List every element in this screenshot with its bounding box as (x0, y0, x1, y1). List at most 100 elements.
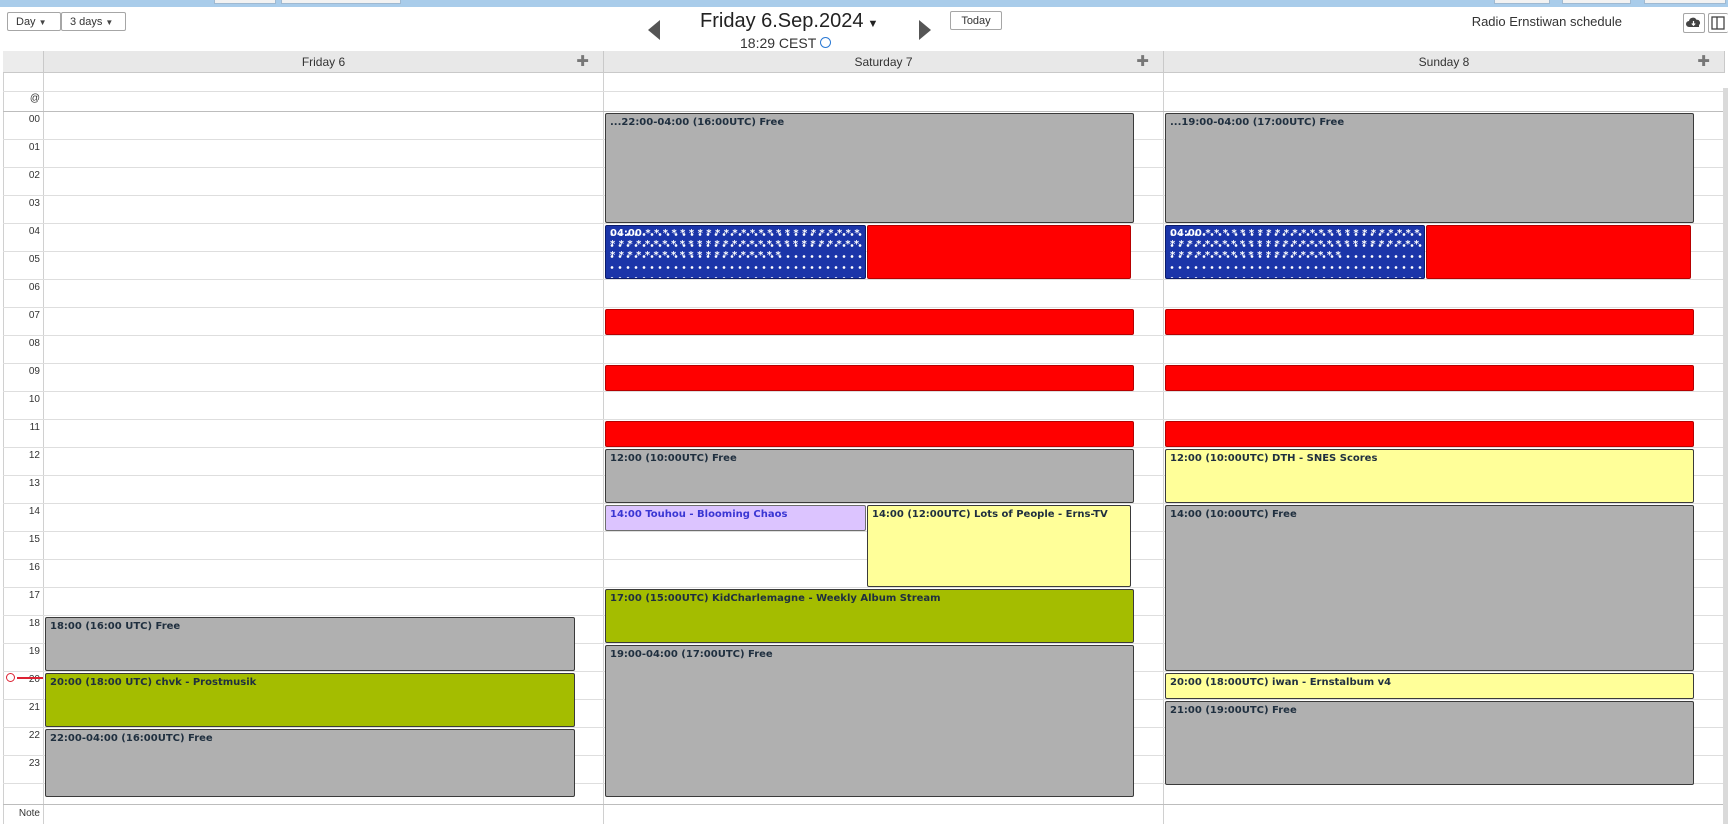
tab-stub[interactable] (1644, 0, 1726, 4)
panel-icon (1711, 16, 1725, 30)
grid-hline (3, 279, 1725, 280)
event-sun-red-1100[interactable] (1165, 421, 1694, 447)
event-sun-red-0400[interactable] (1426, 225, 1691, 279)
event-sun-red-0700[interactable] (1165, 309, 1694, 335)
event-title: 20:00 (18:00UTC) iwan - Ernstalbum v4 (1170, 677, 1392, 688)
hour-label: 08 (28, 338, 40, 349)
grid-vline (1163, 73, 1164, 824)
event-sun-red-0900[interactable] (1165, 365, 1694, 391)
event-title: 17:00 (15:00UTC) KidCharlemagne - Weekly… (610, 593, 941, 604)
grid-hline (3, 111, 1725, 112)
event-sat-free-1200[interactable]: 12:00 (10:00UTC) Free (605, 449, 1134, 503)
today-button[interactable]: Today (950, 11, 1002, 30)
add-event-icon[interactable]: ✚ (576, 51, 589, 73)
event-title: 14:00 (10:00UTC) Free (1170, 509, 1297, 520)
caret-down-icon: ▼ (38, 18, 47, 27)
event-sat-kidcharlemagne[interactable]: 17:00 (15:00UTC) KidCharlemagne - Weekly… (605, 589, 1134, 643)
hour-label: 05 (28, 254, 40, 265)
date-title-text: Friday 6.Sep.2024 (700, 10, 864, 32)
event-title: 14:00 Touhou - Blooming Chaos (610, 509, 788, 520)
current-time-text: 18:29 CEST (740, 35, 817, 51)
event-title: 12:00 (10:00UTC) Free (610, 453, 737, 464)
grid-hline (3, 503, 1725, 504)
grid-vline (603, 73, 604, 824)
day-header-label: Sunday 8 (1418, 55, 1470, 69)
event-title: 04:00 * * * * * * * * * * * * * * * * * … (610, 228, 860, 261)
hour-label: 01 (28, 142, 40, 153)
event-title: 22:00-04:00 (16:00UTC) Free (50, 733, 213, 744)
event-sun-flag[interactable]: 04:00 * * * * * * * * * * * * * * * * * … (1165, 225, 1425, 279)
hour-label: 21 (28, 702, 40, 713)
hour-label: 10 (28, 394, 40, 405)
event-sat-free-overnight[interactable]: ...22:00-04:00 (16:00UTC) Free (605, 113, 1134, 223)
tab-stub[interactable] (1494, 0, 1550, 4)
view-day-button[interactable]: Day ▼ (7, 12, 61, 31)
day-header-sat: Saturday 7 ✚ (604, 51, 1164, 73)
tab-stub[interactable] (214, 0, 276, 4)
day-header-label: Friday 6 (301, 55, 346, 69)
view-3days-label: 3 days (70, 16, 103, 28)
event-sat-flag[interactable]: 04:00 * * * * * * * * * * * * * * * * * … (605, 225, 866, 279)
event-sat-lots-of-people[interactable]: 14:00 (12:00UTC) Lots of People - Erns-T… (867, 505, 1131, 587)
caret-down-icon: ▼ (867, 18, 879, 30)
event-sat-red-0400[interactable] (867, 225, 1131, 279)
grid-hline (3, 223, 1725, 224)
current-time: 18:29 CEST (740, 35, 832, 51)
note-row-label: Note (18, 808, 40, 819)
grid-hline (3, 447, 1725, 448)
event-title: ...19:00-04:00 (17:00UTC) Free (1170, 117, 1345, 128)
event-title: 18:00 (16:00 UTC) Free (50, 621, 181, 632)
hour-label: 19 (28, 646, 40, 657)
next-arrow-icon[interactable] (919, 20, 931, 40)
clock-icon[interactable] (820, 37, 832, 48)
event-title: 14:00 (12:00UTC) Lots of People - Erns-T… (872, 509, 1108, 520)
vertical-scrollbar[interactable] (1723, 88, 1728, 824)
grid-hline (3, 307, 1725, 308)
event-sat-red-0900[interactable] (605, 365, 1134, 391)
hour-label: 15 (28, 534, 40, 545)
grid-hline (3, 91, 1725, 92)
view-3days-button[interactable]: 3 days ▼ (61, 12, 126, 31)
tab-stub[interactable] (1562, 0, 1631, 4)
prev-arrow-icon[interactable] (648, 20, 660, 40)
grid-hline (3, 804, 1725, 805)
date-title[interactable]: Friday 6.Sep.2024 ▼ (700, 10, 878, 33)
event-sat-free-1900[interactable]: 19:00-04:00 (17:00UTC) Free (605, 645, 1134, 797)
add-event-icon[interactable]: ✚ (1136, 51, 1149, 73)
event-sat-touhou[interactable]: 14:00 Touhou - Blooming Chaos (605, 505, 866, 531)
event-fri-free-1800[interactable]: 18:00 (16:00 UTC) Free (45, 617, 575, 671)
hour-label: 22 (28, 730, 40, 741)
event-sat-red-0700[interactable] (605, 309, 1134, 335)
event-sun-free-2100[interactable]: 21:00 (19:00UTC) Free (1165, 701, 1694, 785)
grid-hline (3, 335, 1725, 336)
hour-label: 07 (28, 310, 40, 321)
cloud-download-icon (1686, 17, 1701, 27)
allday-row-label: @ (29, 93, 40, 104)
event-sun-free-1400[interactable]: 14:00 (10:00UTC) Free (1165, 505, 1694, 671)
event-title: 21:00 (19:00UTC) Free (1170, 705, 1297, 716)
hour-label: 09 (28, 366, 40, 377)
grid-vline (43, 73, 44, 824)
event-sun-dth-snes[interactable]: 12:00 (10:00UTC) DTH - SNES Scores (1165, 449, 1694, 503)
cloud-download-button[interactable] (1683, 13, 1705, 33)
calendar-toolbar: Day ▼ 3 days ▼ Friday 6.Sep.2024 ▼ 18:29 CE… (0, 7, 1728, 51)
event-sat-red-1100[interactable] (605, 421, 1134, 447)
event-fri-prostmusik[interactable]: 20:00 (18:00 UTC) chvk - Prostmusik (45, 673, 575, 727)
hour-label: 23 (28, 758, 40, 769)
day-header-sun: Sunday 8 ✚ (1164, 51, 1725, 73)
event-sun-free-overnight[interactable]: ...19:00-04:00 (17:00UTC) Free (1165, 113, 1694, 223)
event-title: ...22:00-04:00 (16:00UTC) Free (610, 117, 785, 128)
event-fri-free-2200[interactable]: 22:00-04:00 (16:00UTC) Free (45, 729, 575, 797)
tab-stub[interactable] (281, 0, 401, 4)
hour-label: 04 (28, 226, 40, 237)
event-sun-iwan[interactable]: 20:00 (18:00UTC) iwan - Ernstalbum v4 (1165, 673, 1694, 699)
grid-hline (3, 419, 1725, 420)
corner-header (3, 51, 44, 73)
add-event-icon[interactable]: ✚ (1697, 51, 1710, 73)
window-top-strip (0, 0, 1728, 7)
hour-label: 06 (28, 282, 40, 293)
panel-toggle-button[interactable] (1708, 13, 1728, 33)
calendar-grid: Friday 6 ✚ Saturday 7 ✚ Sunday 8 ✚ @ Note 0… (3, 51, 1728, 824)
hour-label: 13 (28, 478, 40, 489)
now-indicator (17, 677, 43, 679)
